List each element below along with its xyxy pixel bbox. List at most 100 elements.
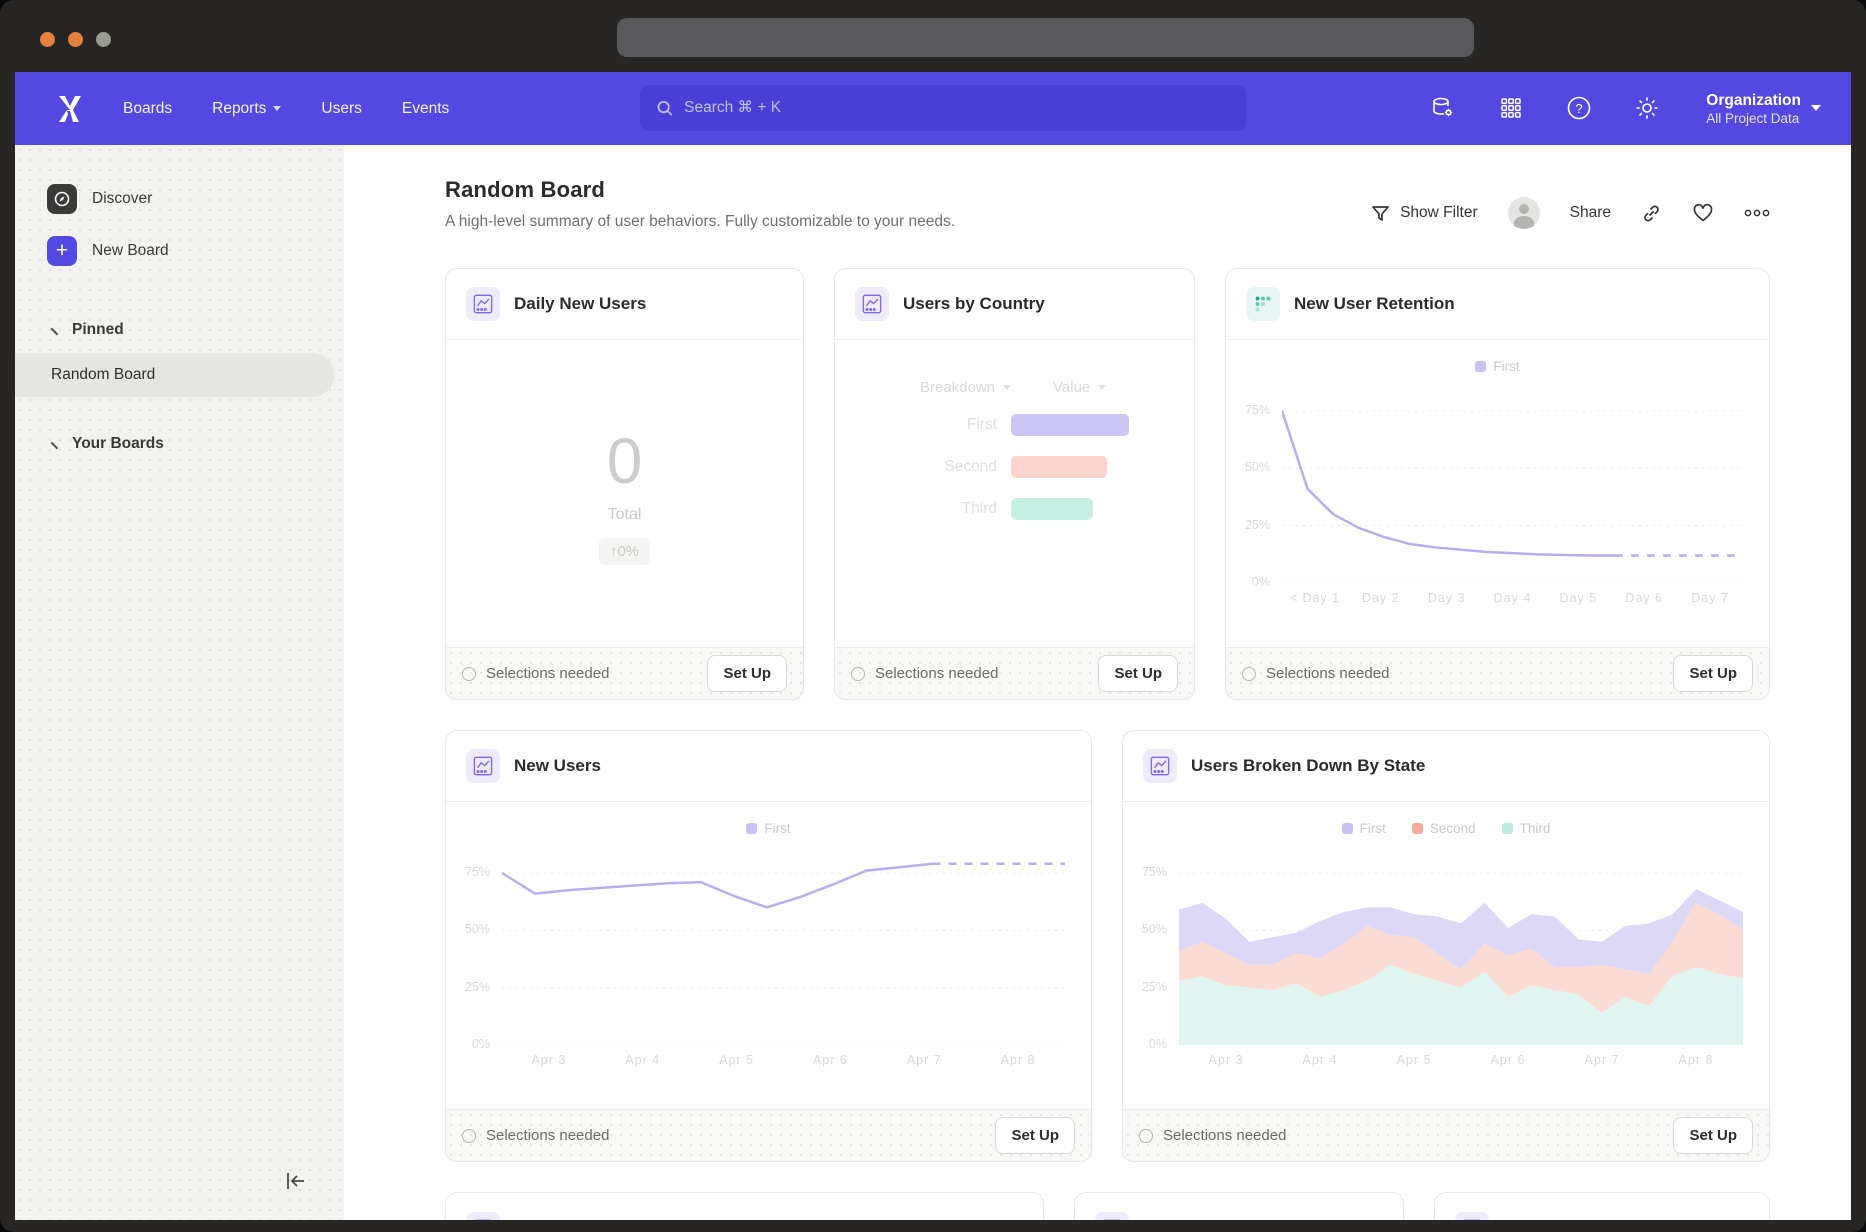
legend-swatch-icon (1412, 823, 1423, 834)
nav-item-events[interactable]: Events (402, 100, 449, 118)
help-icon[interactable]: ? (1566, 95, 1592, 121)
legend-item[interactable]: First (746, 821, 790, 836)
show-filter-button[interactable]: Show Filter (1371, 204, 1478, 223)
x-axis-tick: Apr 4 (1273, 1053, 1367, 1067)
chevron-down-icon (1003, 385, 1011, 390)
heart-icon (1692, 203, 1714, 223)
nav-right: ? Organization All Project Data (1430, 91, 1821, 126)
card-title: Active Users (1503, 1219, 1606, 1221)
y-axis-tick: 0% (472, 1037, 490, 1051)
x-axis-tick: Day 3 (1414, 591, 1480, 605)
line-chart-icon (1143, 749, 1177, 783)
page-title: Random Board (445, 177, 955, 203)
y-axis-tick: 75% (1245, 403, 1270, 417)
x-axis-tick: < Day 1 (1282, 591, 1348, 605)
country-bar (1011, 414, 1129, 436)
global-search[interactable] (640, 85, 1246, 131)
x-axis-tick: Day 6 (1611, 591, 1677, 605)
card-title: Stacked Line Graph (514, 1219, 674, 1221)
x-axis-tick: Day 5 (1545, 591, 1611, 605)
share-button[interactable]: Share (1570, 204, 1611, 222)
x-axis-tick: Apr 6 (1461, 1053, 1555, 1067)
set-up-button[interactable]: Set Up (707, 655, 787, 692)
x-axis-tick: Apr 8 (1649, 1053, 1743, 1067)
search-input[interactable] (684, 99, 1230, 117)
y-axis-tick: 50% (465, 922, 490, 936)
sidebar-item-random-board[interactable]: Random Board (15, 353, 334, 397)
set-up-button[interactable]: Set Up (1098, 655, 1178, 692)
settings-gear-icon[interactable] (1634, 95, 1660, 121)
card-title: Daily New Users (514, 294, 646, 314)
x-axis-tick: Apr 5 (690, 1053, 784, 1067)
nav-item-users[interactable]: Users (321, 100, 361, 118)
retention-chart: First 75%50%25%0% < Day 1Day 2Day 3Day 4… (1226, 356, 1769, 605)
chevron-down-icon (51, 322, 64, 335)
sidebar-item-new-board[interactable]: + New Board (25, 231, 344, 271)
x-axis-tick: Apr 3 (502, 1053, 596, 1067)
y-axis-tick: 50% (1245, 460, 1270, 474)
sidebar-section-your-boards[interactable]: Your Boards (15, 427, 344, 461)
metric-value: 0 (607, 424, 643, 498)
apps-grid-icon[interactable] (1498, 95, 1524, 121)
favorite-button[interactable] (1692, 203, 1714, 223)
org-switcher[interactable]: Organization All Project Data (1706, 91, 1821, 126)
sidebar-item-discover[interactable]: Discover (25, 179, 344, 219)
top-nav: Boards Reports Users Events (15, 72, 1851, 145)
x-axis-tick: Day 4 (1480, 591, 1546, 605)
x-axis-tick: Apr 3 (1179, 1053, 1273, 1067)
y-axis-tick: 75% (465, 865, 490, 879)
line-chart-icon (1095, 1212, 1129, 1221)
status-circle-icon (462, 667, 476, 681)
legend-item[interactable]: First (1342, 821, 1386, 836)
mixpanel-logo-icon[interactable] (55, 92, 85, 126)
more-options-button[interactable] (1744, 209, 1770, 217)
value-dropdown[interactable]: Value (1011, 370, 1168, 404)
legend-swatch-icon (1475, 361, 1486, 372)
traffic-light-close[interactable] (40, 32, 55, 47)
board-main: Random Board A high-level summary of use… (344, 145, 1851, 1220)
x-axis-tick: Day 2 (1348, 591, 1414, 605)
copy-link-button[interactable] (1641, 203, 1662, 224)
search-icon (656, 99, 673, 117)
traffic-light-zoom[interactable] (96, 32, 111, 47)
url-bar[interactable] (617, 18, 1474, 57)
country-row-label: First (861, 404, 1011, 446)
x-axis-tick: Apr 7 (1555, 1053, 1649, 1067)
card-daily-new-users: Daily New Users 0 Total ↑0% Selections n… (445, 268, 804, 700)
org-project: All Project Data (1706, 111, 1801, 126)
traffic-light-minimize[interactable] (68, 32, 83, 47)
legend-item[interactable]: Second (1412, 821, 1476, 836)
metric-delta-badge: ↑0% (599, 538, 650, 565)
card-title: Users Broken Down By State (1191, 756, 1425, 776)
breakdown-dropdown[interactable]: Breakdown (861, 370, 1011, 404)
nav-item-reports[interactable]: Reports (212, 100, 281, 118)
card-new-users: New Users First 75%50%25%0% Apr 3Apr 4Ap… (445, 730, 1092, 1162)
nav-menu: Boards Reports Users Events (123, 100, 449, 118)
set-up-button[interactable]: Set Up (1673, 1117, 1753, 1154)
page-subtitle: A high-level summary of user behaviors. … (445, 213, 955, 231)
board-actions: Show Filter Share (1371, 197, 1770, 229)
status-circle-icon (1139, 1129, 1153, 1143)
set-up-button[interactable]: Set Up (1673, 655, 1753, 692)
legend-item[interactable]: First (1475, 359, 1519, 374)
avatar[interactable] (1508, 197, 1540, 229)
x-axis-tick: Apr 4 (596, 1053, 690, 1067)
set-up-button[interactable]: Set Up (995, 1117, 1075, 1154)
plus-icon: + (47, 236, 77, 266)
chevron-down-icon (273, 106, 281, 111)
retention-grid-icon (1246, 287, 1280, 321)
data-management-icon[interactable] (1430, 95, 1456, 121)
card-title: Insights Report (1143, 1219, 1268, 1221)
line-chart-icon (466, 1212, 500, 1221)
nav-item-boards[interactable]: Boards (123, 100, 172, 118)
y-axis-tick: 0% (1149, 1037, 1167, 1051)
sidebar-collapse-button[interactable] (284, 1170, 308, 1198)
discover-compass-icon (47, 184, 77, 214)
sidebar-section-pinned[interactable]: Pinned (15, 313, 344, 347)
org-name: Organization (1706, 91, 1801, 111)
metric-label: Total (608, 506, 642, 524)
country-row-label: Third (861, 488, 1011, 530)
x-axis-tick: Apr 6 (783, 1053, 877, 1067)
country-row-label: Second (861, 446, 1011, 488)
legend-item[interactable]: Third (1502, 821, 1551, 836)
